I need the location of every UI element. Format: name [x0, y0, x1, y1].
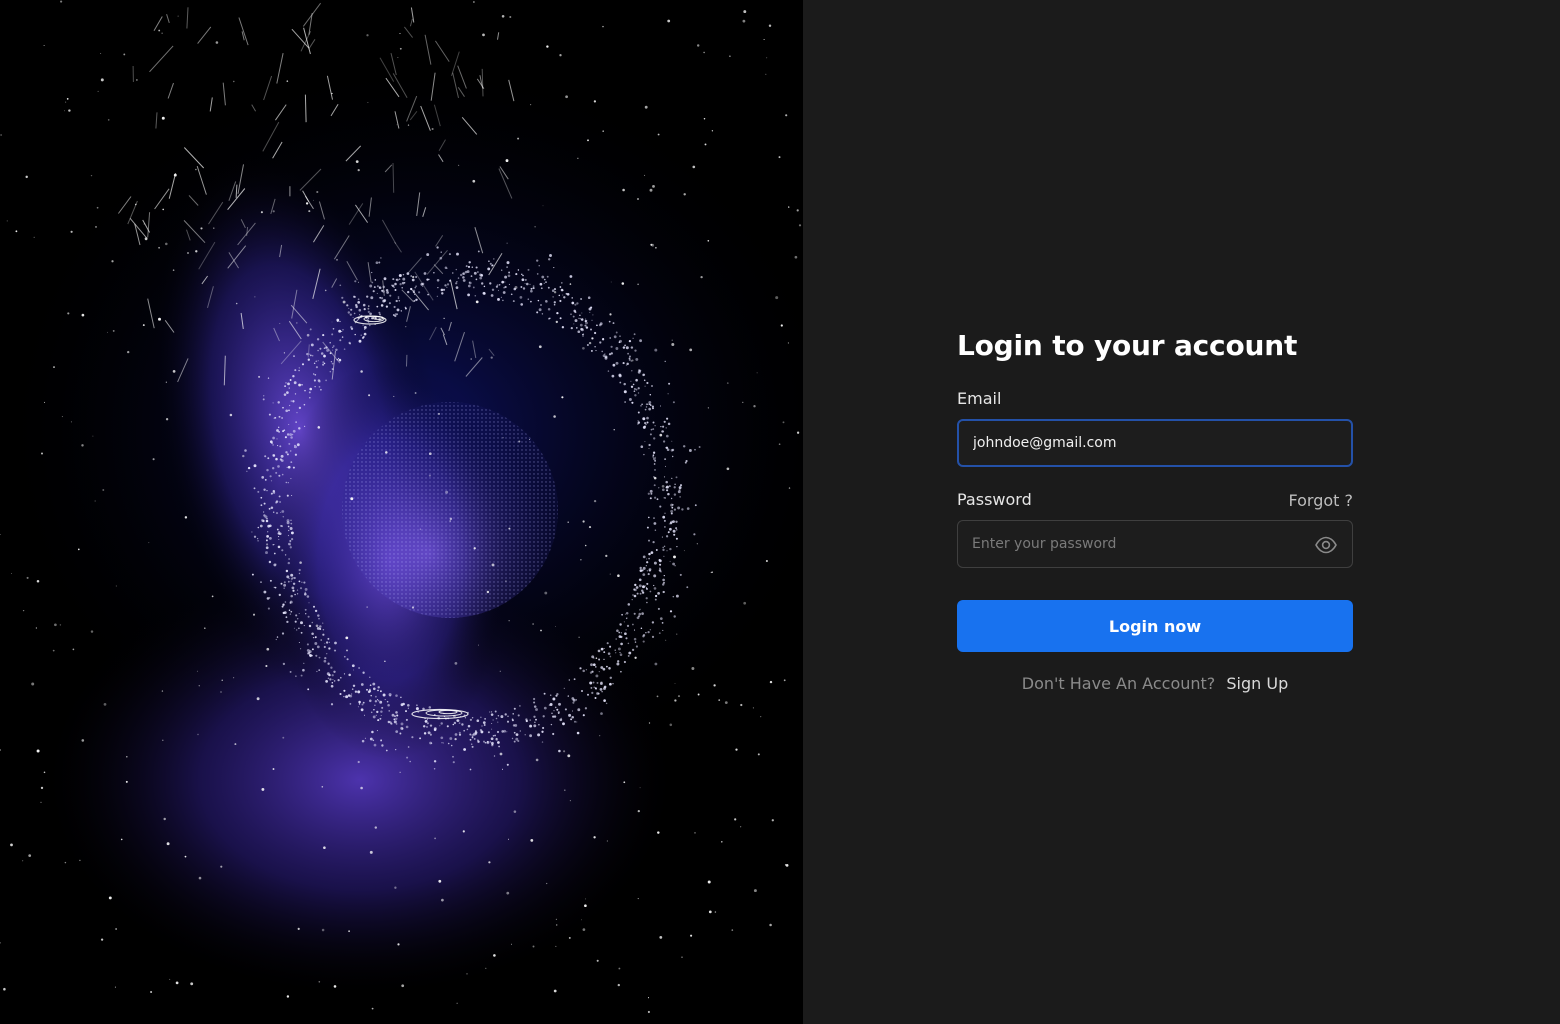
space-globe-graphic	[0, 0, 803, 1024]
email-label: Email	[957, 389, 1002, 408]
password-field[interactable]	[958, 521, 1352, 567]
email-label-row: Email	[957, 388, 1353, 410]
signup-row: Don't Have An Account? Sign Up	[957, 674, 1353, 693]
login-form: Login to your account Email Password For…	[957, 326, 1353, 693]
password-label: Password	[957, 490, 1032, 509]
page-title: Login to your account	[957, 329, 1298, 362]
sign-up-link[interactable]: Sign Up	[1226, 674, 1288, 693]
email-field[interactable]	[959, 421, 1351, 465]
eye-icon[interactable]	[1314, 533, 1338, 557]
email-field-container	[957, 419, 1353, 467]
hero-illustration	[0, 0, 803, 1024]
password-label-row: Password Forgot ?	[957, 489, 1353, 511]
signup-prompt: Don't Have An Account?	[1021, 674, 1216, 693]
forgot-password-link[interactable]: Forgot ?	[1288, 491, 1353, 510]
login-button[interactable]: Login now	[957, 600, 1353, 652]
password-field-container	[957, 520, 1353, 568]
login-page: Login to your account Email Password For…	[0, 0, 1560, 1024]
login-panel: Login to your account Email Password For…	[803, 0, 1560, 1024]
